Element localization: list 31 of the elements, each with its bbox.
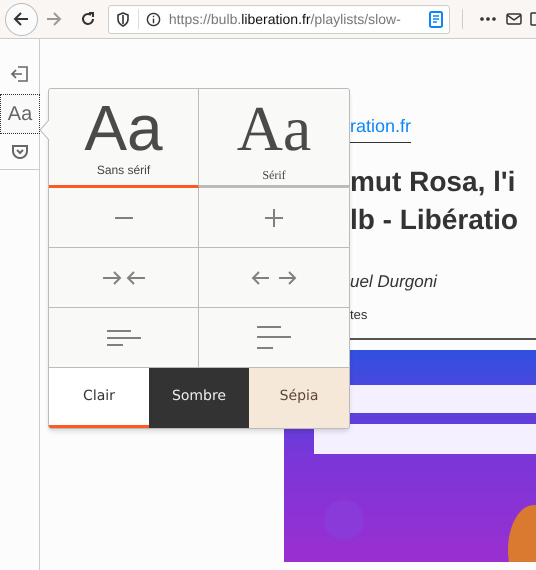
- url-text: https://bulb.liberation.fr/playlists/slow-: [168, 10, 401, 29]
- article-title: lb - Libératio: [350, 203, 519, 237]
- font-option[interactable]: Aa Sérif: [199, 89, 349, 188]
- line-spacing-icon: [256, 326, 292, 350]
- theme-button[interactable]: Sépia: [249, 368, 349, 428]
- shield-icon[interactable]: [116, 12, 130, 26]
- reading-time: tes: [350, 306, 368, 324]
- back-arrow-icon: [13, 12, 30, 26]
- arrows-inward-icon: [102, 270, 146, 286]
- article-title: mut Rosa, l'i: [350, 165, 516, 199]
- reader-view-icon[interactable]: [429, 10, 444, 28]
- mail-icon[interactable]: [506, 13, 522, 25]
- pocket-icon[interactable]: [10, 144, 28, 160]
- more-icon[interactable]: [480, 17, 496, 21]
- toolbar-icon[interactable]: [530, 12, 536, 26]
- arrows-outward-icon: [251, 270, 297, 286]
- plus-icon: [264, 208, 284, 228]
- type-controls-button[interactable]: Aa: [0, 94, 40, 134]
- reload-icon[interactable]: [80, 11, 96, 27]
- info-icon[interactable]: [146, 12, 161, 26]
- author-name: uel Durgoni: [350, 271, 438, 293]
- font-option[interactable]: Aa Sans sérif: [49, 89, 199, 188]
- back-button[interactable]: [5, 2, 38, 36]
- theme-button[interactable]: Clair: [49, 368, 149, 428]
- forward-arrow-icon[interactable]: [46, 12, 62, 26]
- line-spacing-icon: [106, 328, 142, 346]
- url-field[interactable]: https://bulb.liberation.fr/playlists/slow-: [108, 4, 450, 34]
- theme-button[interactable]: Sombre: [149, 368, 249, 428]
- minus-icon: [114, 216, 134, 218]
- domain-link[interactable]: ration.fr: [350, 116, 412, 136]
- exit-icon[interactable]: [10, 64, 30, 84]
